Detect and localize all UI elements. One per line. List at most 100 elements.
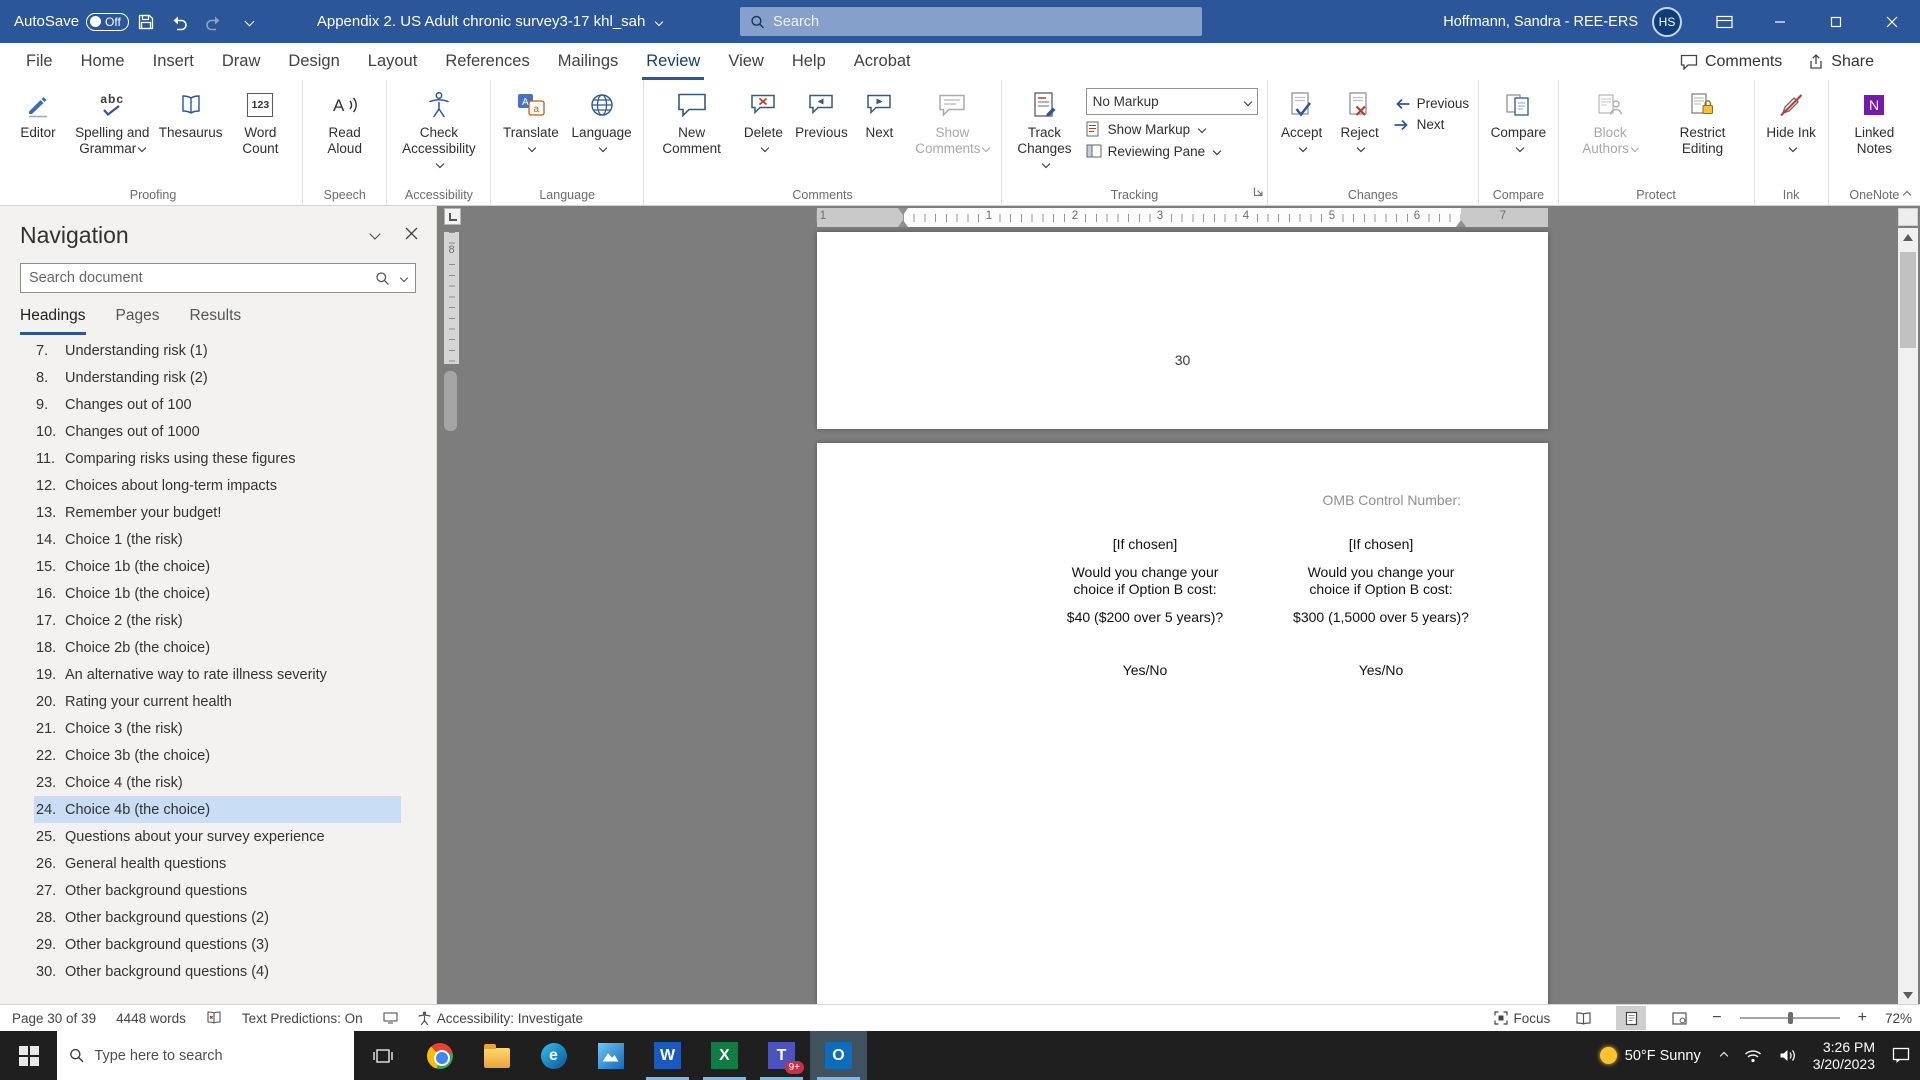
ribbon-tab[interactable]: Mailings	[544, 43, 633, 80]
check-accessibility-button[interactable]: Check Accessibility	[392, 82, 485, 173]
read-aloud-button[interactable]: A Read Aloud	[308, 82, 381, 157]
heading-item[interactable]: 15. Choice 1b (the choice)	[34, 553, 401, 580]
thesaurus-button[interactable]: Thesaurus	[157, 82, 223, 141]
right-indent-marker[interactable]	[1456, 220, 1466, 227]
undo-button[interactable]	[163, 0, 197, 43]
delete-comment-button[interactable]: Delete	[734, 82, 792, 157]
horizontal-ruler[interactable]: 1 1 2 3 4 5 6 7	[817, 208, 1548, 227]
navigation-tab[interactable]: Headings	[20, 307, 86, 335]
ribbon-tab[interactable]: Insert	[139, 43, 208, 80]
excel-app-button[interactable]: X	[696, 1031, 753, 1080]
volume-button[interactable]	[1779, 1048, 1796, 1063]
heading-item[interactable]: 19. An alternative way to rate illness s…	[34, 661, 401, 688]
ruler-toggle-button[interactable]	[1898, 208, 1918, 226]
chevron-down-icon[interactable]	[400, 274, 408, 282]
network-button[interactable]	[1744, 1049, 1762, 1063]
heading-item[interactable]: 17. Choice 2 (the risk)	[34, 607, 401, 634]
hide-ink-button[interactable]: Hide Ink	[1760, 82, 1823, 157]
navigation-options-button[interactable]	[368, 227, 379, 245]
ribbon-tab[interactable]: Design	[274, 43, 353, 80]
read-mode-button[interactable]	[1568, 1006, 1598, 1030]
reviewing-pane-button[interactable]: Reviewing Pane	[1086, 143, 1258, 159]
zoom-slider-thumb[interactable]	[1788, 1012, 1793, 1024]
taskbar-search[interactable]	[57, 1031, 354, 1080]
compare-button[interactable]: Compare	[1484, 82, 1553, 157]
clock[interactable]: 3:26 PM 3/20/2023	[1813, 1039, 1875, 1073]
heading-item[interactable]: 16. Choice 1b (the choice)	[34, 580, 401, 607]
page-indicator[interactable]: Page 30 of 39	[12, 1011, 96, 1026]
heading-item[interactable]: 14. Choice 1 (the risk)	[34, 526, 401, 553]
next-comment-button[interactable]: Next	[850, 82, 908, 141]
ribbon-tab[interactable]: Acrobat	[840, 43, 925, 80]
previous-change-button[interactable]: Previous	[1393, 96, 1470, 111]
zoom-in-button[interactable]: +	[1858, 1009, 1867, 1027]
tab-selector[interactable]	[444, 208, 461, 225]
taskbar-search-input[interactable]	[94, 1048, 342, 1064]
heading-item[interactable]: 23. Choice 4 (the risk)	[34, 769, 401, 796]
action-center-button[interactable]	[1892, 1047, 1910, 1064]
hanging-indent-marker[interactable]	[898, 220, 908, 227]
show-markup-button[interactable]: Show Markup	[1086, 121, 1258, 137]
zoom-level[interactable]: 72%	[1885, 1011, 1912, 1026]
new-comment-button[interactable]: New Comment	[649, 82, 735, 157]
scrollbar-thumb[interactable]	[1900, 252, 1916, 348]
web-layout-button[interactable]	[1664, 1006, 1694, 1030]
editor-button[interactable]: Editor	[9, 82, 67, 141]
heading-item[interactable]: 12. Choices about long-term impacts	[34, 472, 401, 499]
heading-item[interactable]: 10. Changes out of 1000	[34, 418, 401, 445]
word-app-button[interactable]: W	[639, 1031, 696, 1080]
file-explorer-button[interactable]	[468, 1031, 525, 1080]
ribbon-tab[interactable]: Layout	[354, 43, 432, 80]
heading-item[interactable]: 7. Understanding risk (1)	[34, 337, 401, 364]
teams-app-button[interactable]: T9+	[753, 1031, 810, 1080]
close-navigation-button[interactable]	[405, 227, 418, 245]
language-button[interactable]: Language	[565, 82, 638, 157]
navigation-tab[interactable]: Results	[189, 307, 241, 335]
start-button[interactable]	[0, 1031, 57, 1080]
linked-notes-button[interactable]: N Linked Notes	[1834, 82, 1915, 157]
share-button[interactable]: Share	[1808, 53, 1874, 71]
minimize-button[interactable]	[1752, 0, 1808, 43]
ribbon-tab[interactable]: References	[431, 43, 543, 80]
collapse-ribbon-button[interactable]	[1901, 183, 1910, 201]
customize-quick-access-button[interactable]	[231, 0, 265, 43]
weather-widget[interactable]: 50°F Sunny	[1600, 1047, 1701, 1064]
screen-reader-icon[interactable]	[383, 1012, 398, 1024]
zoom-out-button[interactable]: −	[1712, 1009, 1721, 1027]
titlebar-search[interactable]	[740, 7, 1202, 36]
pane-scrollbar-thumb[interactable]	[444, 371, 457, 431]
restrict-editing-button[interactable]: Restrict Editing	[1656, 82, 1748, 157]
photos-app-button[interactable]	[582, 1031, 639, 1080]
document-page-31[interactable]: OMB Control Number: [If chosen] Would yo…	[817, 443, 1548, 1004]
track-changes-button[interactable]: Track Changes	[1007, 82, 1081, 173]
heading-item[interactable]: 18. Choice 2b (the choice)	[34, 634, 401, 661]
heading-item[interactable]: 26. General health questions	[34, 850, 401, 877]
text-predictions-indicator[interactable]: Text Predictions: On	[242, 1011, 363, 1026]
scroll-down-button[interactable]	[1898, 986, 1918, 1004]
ribbon-tab[interactable]: Help	[778, 43, 840, 80]
chrome-app-button[interactable]	[411, 1031, 468, 1080]
heading-item[interactable]: 13. Remember your budget!	[34, 499, 401, 526]
zoom-slider[interactable]	[1740, 1017, 1840, 1019]
heading-item[interactable]: 21. Choice 3 (the risk)	[34, 715, 401, 742]
heading-item[interactable]: 24. Choice 4b (the choice)	[34, 796, 401, 823]
search-input[interactable]	[773, 14, 1192, 30]
document-scrollbar[interactable]	[1898, 228, 1918, 1004]
avatar[interactable]: HS	[1652, 7, 1682, 37]
ribbon-tab[interactable]: Draw	[208, 43, 275, 80]
heading-item[interactable]: 29. Other background questions (3)	[34, 931, 401, 958]
word-count-button[interactable]: 123 Word Count	[224, 82, 297, 157]
reject-button[interactable]: Reject	[1331, 82, 1389, 157]
outlook-app-button[interactable]: O	[810, 1031, 867, 1080]
vertical-ruler[interactable]: 8	[444, 232, 459, 364]
ribbon-display-options-button[interactable]	[1696, 0, 1752, 43]
block-authors-button[interactable]: Block Authors	[1564, 82, 1657, 157]
accept-button[interactable]: Accept	[1273, 82, 1331, 157]
scroll-up-button[interactable]	[1898, 228, 1918, 246]
close-button[interactable]	[1864, 0, 1920, 43]
document-title[interactable]: Appendix 2. US Adult chronic survey3-17 …	[317, 13, 663, 30]
comments-button[interactable]: Comments	[1680, 53, 1782, 71]
ribbon-tab[interactable]: View	[714, 43, 777, 80]
show-hidden-icons-button[interactable]	[1718, 1053, 1727, 1059]
heading-item[interactable]: 28. Other background questions (2)	[34, 904, 401, 931]
